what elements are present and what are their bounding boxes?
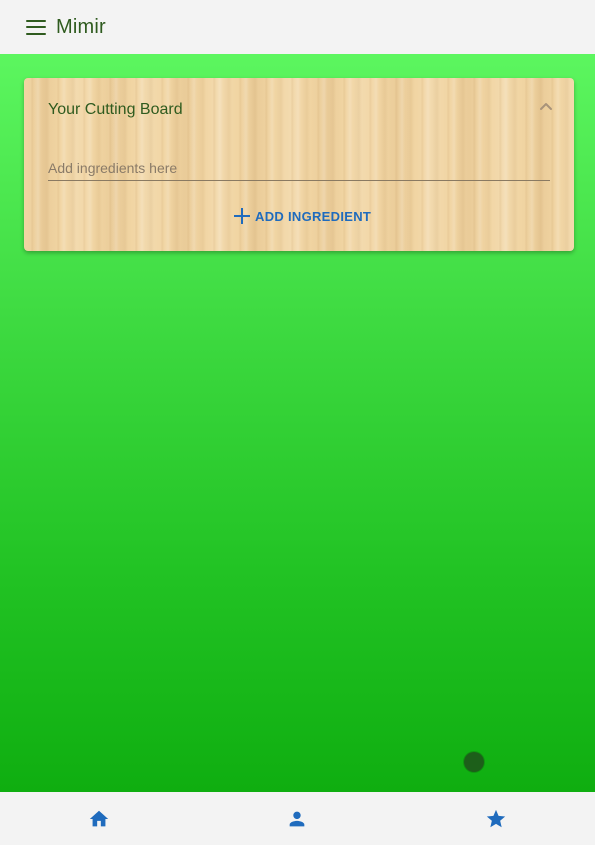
add-ingredient-button[interactable]: ADD INGREDIENT — [234, 205, 371, 227]
cutting-board-card: Your Cutting Board ADD INGREDIENT — [24, 78, 574, 251]
app-title: Mimir — [56, 15, 106, 38]
chevron-up-icon[interactable] — [536, 98, 556, 114]
hamburger-menu-icon[interactable] — [26, 19, 46, 35]
nav-favorites[interactable] — [397, 792, 595, 845]
nav-profile[interactable] — [198, 792, 396, 845]
cutting-board-title: Your Cutting Board — [48, 101, 183, 118]
top-app-bar: Mimir — [0, 0, 595, 54]
add-ingredient-label: ADD INGREDIENT — [255, 208, 372, 224]
main-content: Your Cutting Board ADD INGREDIENT — [0, 54, 595, 792]
home-icon — [89, 810, 109, 826]
person-icon — [290, 811, 305, 826]
floating-action-dot[interactable] — [464, 752, 484, 772]
bottom-navigation — [0, 792, 595, 845]
ingredient-input[interactable] — [48, 156, 550, 181]
star-icon — [486, 809, 505, 827]
nav-home[interactable] — [0, 792, 198, 845]
plus-icon — [234, 208, 250, 224]
app-root: Mimir Your Cutting Board ADD INGREDIENT — [0, 0, 595, 845]
